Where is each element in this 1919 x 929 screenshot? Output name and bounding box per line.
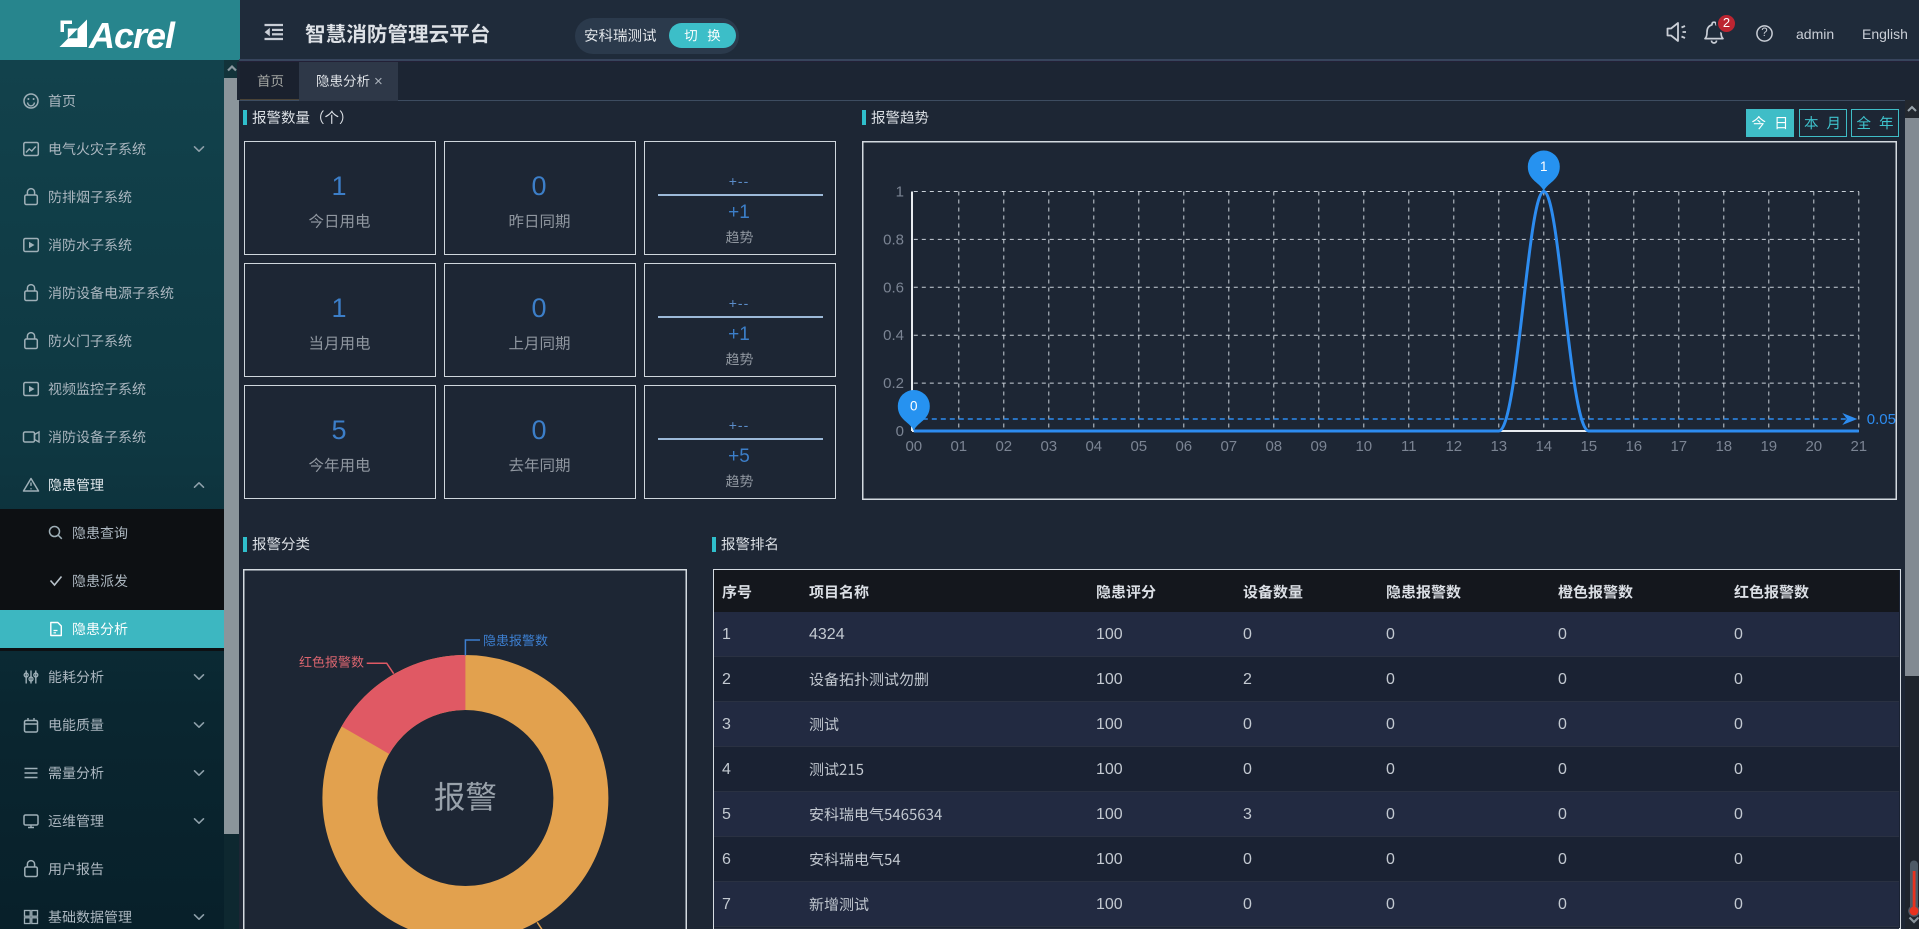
svg-text:09: 09 xyxy=(1310,438,1327,455)
svg-text:04: 04 xyxy=(1085,438,1102,455)
svg-text:20: 20 xyxy=(1805,438,1822,455)
svg-text:15: 15 xyxy=(1580,438,1597,455)
svg-text:19: 19 xyxy=(1760,438,1777,455)
svg-text:1: 1 xyxy=(1540,159,1548,174)
svg-text:0.4: 0.4 xyxy=(883,327,904,344)
svg-text:0: 0 xyxy=(896,423,904,440)
svg-text:14: 14 xyxy=(1535,438,1552,455)
svg-text:13: 13 xyxy=(1490,438,1507,455)
svg-text:0.05: 0.05 xyxy=(1867,411,1896,428)
svg-text:16: 16 xyxy=(1625,438,1642,455)
svg-text:02: 02 xyxy=(995,438,1012,455)
svg-text:0.2: 0.2 xyxy=(883,375,904,392)
svg-text:12: 12 xyxy=(1445,438,1462,455)
svg-text:0: 0 xyxy=(910,399,918,414)
svg-text:03: 03 xyxy=(1040,438,1057,455)
svg-text:21: 21 xyxy=(1850,438,1867,455)
svg-text:10: 10 xyxy=(1355,438,1372,455)
svg-text:01: 01 xyxy=(950,438,967,455)
svg-text:17: 17 xyxy=(1670,438,1687,455)
svg-text:18: 18 xyxy=(1715,438,1732,455)
svg-text:07: 07 xyxy=(1220,438,1237,455)
svg-text:08: 08 xyxy=(1265,438,1282,455)
svg-text:05: 05 xyxy=(1130,438,1147,455)
svg-text:1: 1 xyxy=(896,184,904,201)
svg-text:00: 00 xyxy=(905,438,922,455)
svg-text:0.8: 0.8 xyxy=(883,231,904,248)
svg-text:11: 11 xyxy=(1401,438,1417,455)
svg-text:06: 06 xyxy=(1175,438,1192,455)
svg-text:0.6: 0.6 xyxy=(883,279,904,296)
